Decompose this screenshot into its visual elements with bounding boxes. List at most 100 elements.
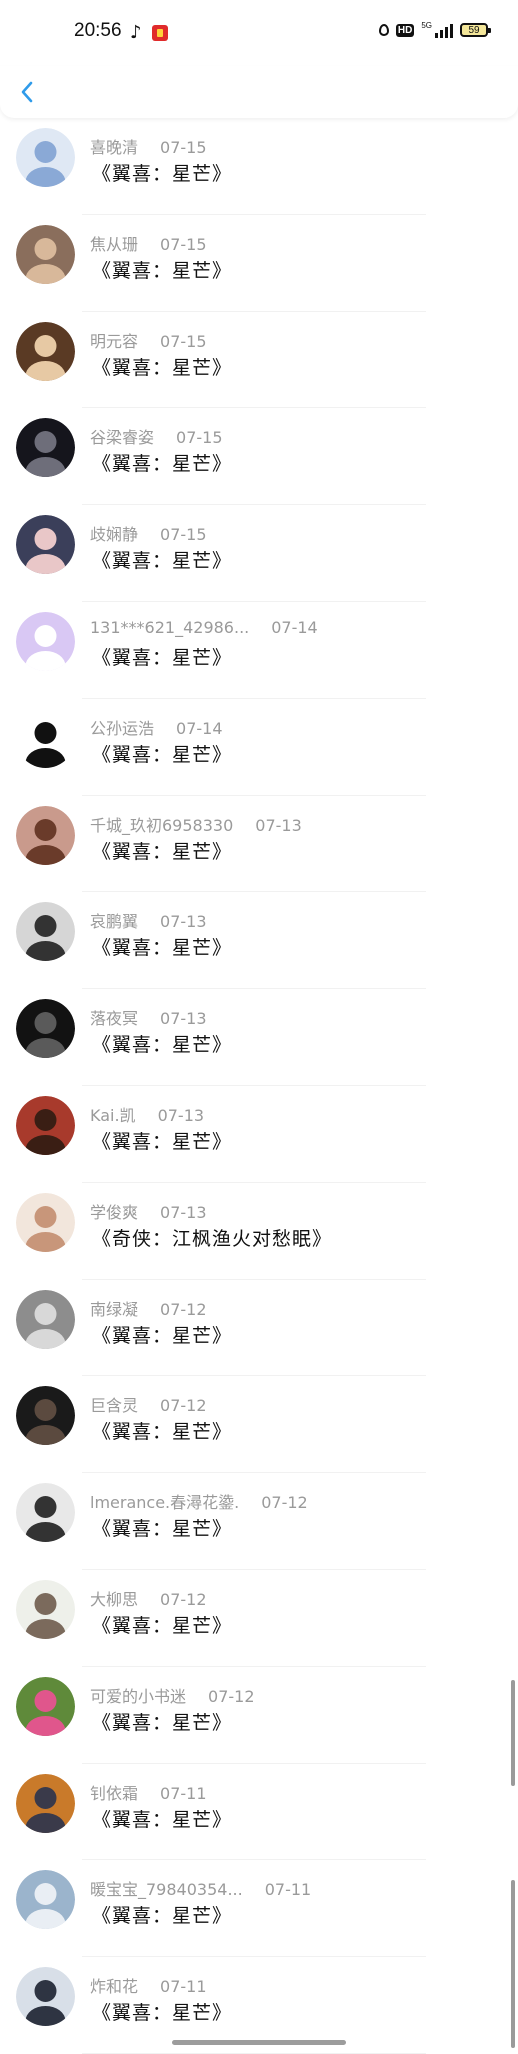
list-item[interactable]: 歧娴静 07-15 《翼喜：星芒》 xyxy=(0,505,518,602)
avatar[interactable] xyxy=(16,224,75,284)
item-date: 07-15 xyxy=(160,331,207,351)
item-meta: 大柳思 07-12 xyxy=(90,1586,207,1610)
book-title[interactable]: 《翼喜：星芒》 xyxy=(92,546,232,573)
hd-icon: HD xyxy=(395,23,415,37)
avatar[interactable] xyxy=(16,1579,75,1639)
avatar[interactable] xyxy=(16,1289,75,1349)
book-title[interactable]: 《翼喜：星芒》 xyxy=(92,256,232,283)
list-item[interactable]: 学俊爽 07-13 《奇侠：江枫渔火对愁眠》 xyxy=(0,1183,518,1280)
list-item[interactable]: 焦从珊 07-15 《翼喜：星芒》 xyxy=(0,215,518,312)
avatar[interactable] xyxy=(16,1483,75,1543)
list-item[interactable]: 大柳思 07-12 《翼喜：星芒》 xyxy=(0,1570,518,1667)
avatar[interactable] xyxy=(16,418,75,478)
home-indicator[interactable] xyxy=(172,2040,346,2045)
list-item[interactable]: Kai.凯 07-13 《翼喜：星芒》 xyxy=(0,1086,518,1183)
book-title[interactable]: 《奇侠：江枫渔火对愁眠》 xyxy=(92,1224,332,1251)
list-item[interactable]: 巨含灵 07-12 《翼喜：星芒》 xyxy=(0,1376,518,1474)
avatar[interactable] xyxy=(16,1967,75,2027)
book-title[interactable]: 《翼喜：星芒》 xyxy=(92,1514,232,1541)
list-item[interactable]: 明元容 07-15 《翼喜：星芒》 xyxy=(0,312,518,409)
book-title[interactable]: 《翼喜：星芒》 xyxy=(92,1611,232,1638)
list-item[interactable]: 落夜冥 07-13 《翼喜：星芒》 xyxy=(0,989,518,1086)
user-name: 学俊爽 xyxy=(90,1202,139,1222)
list-item[interactable]: 哀鹏翼 07-13 《翼喜：星芒》 xyxy=(0,892,518,990)
book-title[interactable]: 《翼喜：星芒》 xyxy=(92,933,232,960)
book-title[interactable]: 《翼喜：星芒》 xyxy=(92,837,232,864)
data-saver-icon xyxy=(378,24,389,36)
avatar[interactable] xyxy=(16,1676,75,1736)
avatar[interactable] xyxy=(16,999,75,1059)
item-date: 07-15 xyxy=(176,428,223,448)
list-item[interactable]: 千城_玖初6958330 07-13 《翼喜：星芒》 xyxy=(0,796,518,893)
book-title[interactable]: 《翼喜：星芒》 xyxy=(92,740,232,767)
item-meta: 131***621_42986... 07-14 xyxy=(90,618,318,637)
user-name: 钊依霜 xyxy=(90,1783,139,1803)
avatar[interactable] xyxy=(16,128,75,187)
item-meta: Kai.凯 07-13 xyxy=(90,1102,204,1126)
user-name: lmerance.春潯花鍌. xyxy=(90,1493,240,1513)
user-name: 歧娴静 xyxy=(90,525,139,545)
item-meta: 哀鹏翼 07-13 xyxy=(90,908,207,932)
avatar[interactable] xyxy=(16,708,75,768)
book-title[interactable]: 《翼喜：星芒》 xyxy=(92,449,232,476)
item-date: 07-12 xyxy=(261,1493,308,1513)
item-meta: 南绿凝 07-12 xyxy=(90,1296,207,1320)
item-meta: 公孙运浩 07-14 xyxy=(90,715,223,739)
avatar[interactable] xyxy=(16,321,75,381)
list-item[interactable]: 暖宝宝_79840354... 07-11 《翼喜：星芒》 xyxy=(0,1860,518,1958)
item-date: 07-11 xyxy=(264,1880,312,1900)
item-meta: 千城_玖初6958330 07-13 xyxy=(90,812,302,836)
status-bar: 20:56 ♪ HD 5G 59 xyxy=(0,0,518,66)
list-item[interactable]: 131***621_42986... 07-14 《翼喜：星芒》 xyxy=(0,602,518,699)
book-title[interactable]: 《翼喜：星芒》 xyxy=(92,1708,232,1735)
avatar[interactable] xyxy=(16,1192,75,1252)
avatar[interactable] xyxy=(16,1095,75,1155)
avatar[interactable] xyxy=(16,1773,75,1833)
book-title[interactable]: 《翼喜：星芒》 xyxy=(92,1805,232,1832)
list-item[interactable]: 南绿凝 07-12 《翼喜：星芒》 xyxy=(0,1280,518,1377)
item-date: 07-11 xyxy=(160,1783,207,1803)
item-meta: 钊依霜 07-11 xyxy=(90,1780,207,1804)
scrollbar-thumb[interactable] xyxy=(511,1680,515,1786)
book-title[interactable]: 《翼喜：星芒》 xyxy=(92,1998,232,2025)
list-item[interactable]: 可爱的小书迷 07-12 《翼喜：星芒》 xyxy=(0,1667,518,1764)
reader-list: 喜晚清 07-15 《翼喜：星芒》 焦从珊 07-15 《翼喜：星芒》 明元容 07-15 《翼… xyxy=(0,118,518,2054)
list-item[interactable]: 公孙运浩 07-14 《翼喜：星芒》 xyxy=(0,699,518,796)
user-name: 千城_玖初6958330 xyxy=(90,815,234,835)
book-title[interactable]: 《翼喜：星芒》 xyxy=(92,1321,232,1348)
book-title[interactable]: 《翼喜：星芒》 xyxy=(92,353,232,380)
user-name: 暖宝宝_79840354... xyxy=(90,1880,243,1900)
scrollbar-thumb-secondary[interactable] xyxy=(511,1880,515,2048)
back-button[interactable] xyxy=(14,78,42,106)
item-meta: 明元容 07-15 xyxy=(90,328,207,352)
user-name: 南绿凝 xyxy=(90,1299,139,1319)
book-title[interactable]: 《翼喜：星芒》 xyxy=(92,1030,232,1057)
book-title[interactable]: 《翼喜：星芒》 xyxy=(92,1417,232,1444)
list-item[interactable]: lmerance.春潯花鍌. 07-12 《翼喜：星芒》 xyxy=(0,1473,518,1570)
item-date: 07-13 xyxy=(160,912,207,932)
book-title[interactable]: 《翼喜：星芒》 xyxy=(92,1127,232,1154)
user-name: 可爱的小书迷 xyxy=(90,1686,187,1706)
avatar[interactable] xyxy=(16,902,75,962)
avatar[interactable] xyxy=(16,1386,75,1446)
list-item[interactable]: 钊依霜 07-11 《翼喜：星芒》 xyxy=(0,1764,518,1861)
item-date: 07-14 xyxy=(271,617,318,637)
item-meta: 炸和花 07-11 xyxy=(90,1973,207,1997)
item-meta: 落夜冥 07-13 xyxy=(90,1005,207,1029)
book-title[interactable]: 《翼喜：星芒》 xyxy=(92,1901,232,1928)
item-meta: 巨含灵 07-12 xyxy=(90,1392,207,1416)
list-item[interactable]: 喜晚清 07-15 《翼喜：星芒》 xyxy=(0,118,518,215)
item-date: 07-12 xyxy=(208,1686,255,1706)
list-item[interactable]: 谷梁睿姿 07-15 《翼喜：星芒》 xyxy=(0,408,518,506)
item-date: 07-13 xyxy=(160,1202,207,1222)
avatar[interactable] xyxy=(16,805,75,865)
avatar[interactable] xyxy=(16,611,75,671)
item-date: 07-12 xyxy=(160,1589,207,1609)
book-title[interactable]: 《翼喜：星芒》 xyxy=(92,159,232,186)
battery-level: 59 xyxy=(468,24,480,36)
user-name: 焦从珊 xyxy=(90,234,139,254)
avatar[interactable] xyxy=(16,515,75,575)
item-meta: 谷梁睿姿 07-15 xyxy=(90,424,223,448)
avatar[interactable] xyxy=(16,1870,75,1930)
book-title[interactable]: 《翼喜：星芒》 xyxy=(92,643,232,670)
